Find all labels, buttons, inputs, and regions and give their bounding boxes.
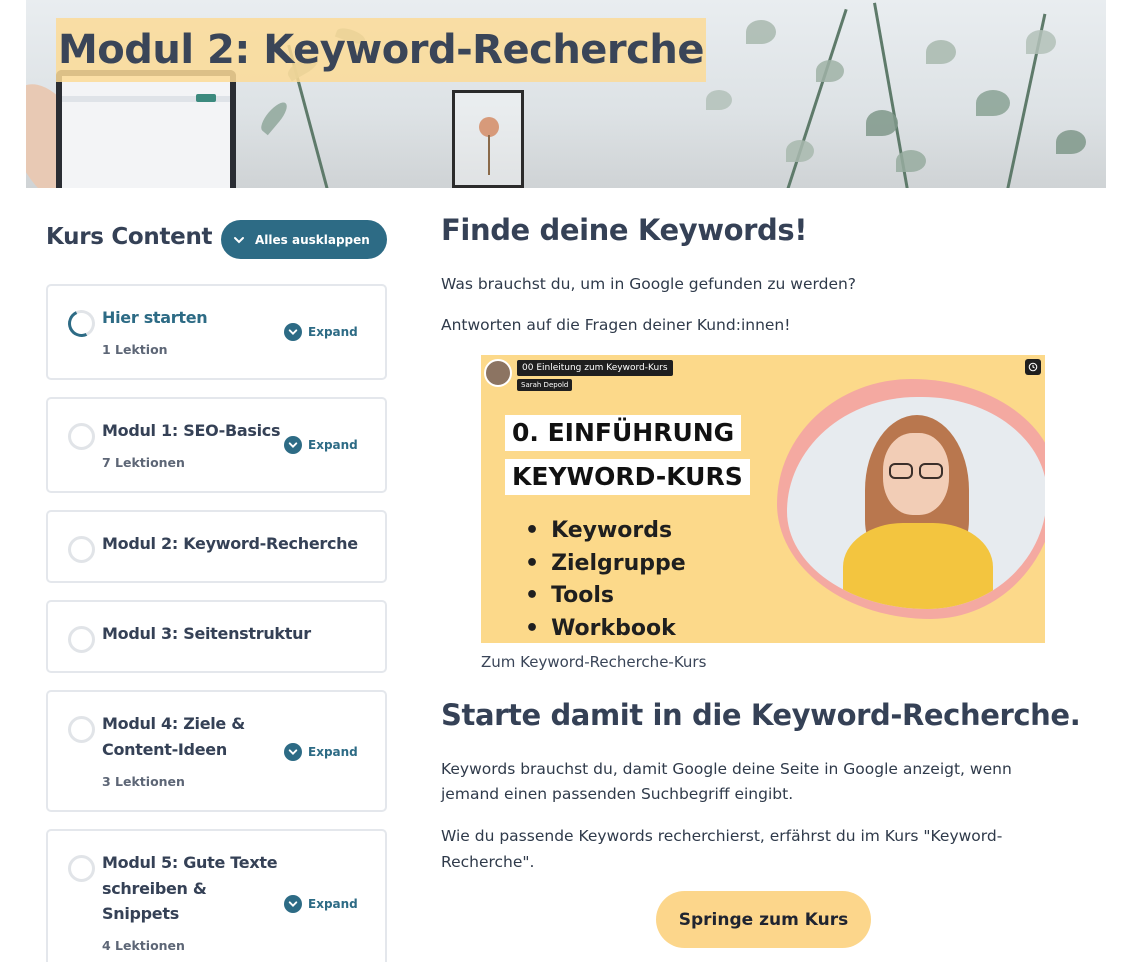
sidebar-item-title-line2[interactable]: Content-Ideen — [102, 737, 227, 763]
course-content-heading: Kurs Content — [46, 224, 213, 250]
video-caption: Zum Keyword-Recherche-Kurs — [481, 653, 707, 671]
chevron-down-icon — [284, 436, 302, 454]
expand-label: Expand — [308, 897, 358, 911]
video-bullet: Workbook — [525, 613, 686, 644]
sidebar-item-modul-2[interactable]: Modul 2: Keyword-Recherche — [46, 510, 387, 583]
video-bullet: Tools — [525, 580, 686, 613]
intro-paragraph-1: Was brauchst du, um in Google gefunden z… — [441, 275, 857, 293]
intro-paragraph-2: Antworten auf die Fragen deiner Kund:inn… — [441, 316, 791, 334]
jump-to-course-button[interactable]: Springe zum Kurs — [656, 891, 871, 948]
sidebar-item-modul-4[interactable]: Modul 4: Ziele & Content-Ideen 3 Lektion… — [46, 690, 387, 812]
progress-ring-icon — [64, 306, 99, 341]
section-heading-keywords: Finde deine Keywords! — [441, 213, 808, 247]
expand-toggle[interactable]: Expand — [284, 743, 358, 761]
progress-ring-icon — [68, 626, 95, 653]
sidebar-item-title[interactable]: Modul 3: Seitenstruktur — [102, 621, 311, 647]
expand-toggle[interactable]: Expand — [284, 895, 358, 913]
expand-all-button[interactable]: Alles ausklappen — [221, 220, 387, 259]
sidebar-item-title[interactable]: Hier starten — [102, 305, 208, 331]
expand-label: Expand — [308, 438, 358, 452]
video-bullet: Zielgruppe — [525, 548, 686, 581]
lesson-count: 4 Lektionen — [102, 938, 185, 953]
sidebar-item-modul-1[interactable]: Modul 1: SEO-Basics 7 Lektionen Expand — [46, 397, 387, 493]
video-label-1: 0. EINFÜHRUNG — [505, 415, 742, 451]
chevron-down-icon — [284, 895, 302, 913]
sidebar-item-modul-3[interactable]: Modul 3: Seitenstruktur — [46, 600, 387, 673]
progress-ring-icon — [68, 536, 95, 563]
sidebar-item-title-line1[interactable]: Modul 4: Ziele & — [102, 711, 245, 737]
section-heading-start: Starte damit in die Keyword-Recherche. — [441, 698, 1081, 732]
sidebar-item-title-line3[interactable]: Snippets — [102, 901, 179, 927]
clock-icon[interactable] — [1025, 359, 1041, 375]
sidebar-item-modul-5[interactable]: Modul 5: Gute Texte schreiben & Snippets… — [46, 829, 387, 962]
video-author: Sarah Depold — [517, 379, 573, 391]
sidebar-item-title-line1[interactable]: Modul 5: Gute Texte — [102, 850, 278, 876]
progress-ring-icon — [68, 855, 95, 882]
sidebar-item-hier-starten[interactable]: Hier starten 1 Lektion Expand — [46, 284, 387, 380]
progress-ring-icon — [68, 716, 95, 743]
sidebar-item-title[interactable]: Modul 1: SEO-Basics — [102, 418, 281, 444]
sidebar-item-title-line2[interactable]: schreiben & — [102, 876, 207, 902]
body-paragraph-3-line1: Keywords brauchst du, damit Google deine… — [441, 760, 1012, 778]
channel-avatar — [484, 359, 512, 387]
hero-frame-image — [452, 90, 524, 188]
progress-ring-icon — [68, 423, 95, 450]
sidebar-item-title[interactable]: Modul 2: Keyword-Recherche — [102, 531, 358, 557]
expand-label: Expand — [308, 325, 358, 339]
video-bullet: Keywords — [525, 515, 686, 548]
expand-toggle[interactable]: Expand — [284, 323, 358, 341]
video-thumbnail[interactable]: 00 Einleitung zum Keyword-Kurs Sarah Dep… — [481, 355, 1045, 643]
expand-label: Expand — [308, 745, 358, 759]
presenter-photo — [787, 397, 1045, 609]
chevron-down-icon — [234, 236, 244, 243]
video-bullet-list: Keywords Zielgruppe Tools Workbook — [525, 515, 686, 643]
body-paragraph-4-line2: Recherche". — [441, 853, 535, 871]
body-paragraph-4-line1: Wie du passende Keywords recherchierst, … — [441, 827, 1003, 845]
chevron-down-icon — [284, 743, 302, 761]
lesson-count: 1 Lektion — [102, 342, 168, 357]
expand-toggle[interactable]: Expand — [284, 436, 358, 454]
hero-laptop-image — [56, 70, 236, 188]
chevron-down-icon — [284, 323, 302, 341]
video-title: 00 Einleitung zum Keyword-Kurs — [517, 360, 673, 376]
video-label-2: KEYWORD-KURS — [505, 459, 750, 495]
lesson-count: 3 Lektionen — [102, 774, 185, 789]
page-title: Modul 2: Keyword-Recherche — [56, 18, 706, 82]
body-paragraph-3-line2: jemand einen passenden Suchbegriff eingi… — [441, 785, 794, 803]
expand-all-label: Alles ausklappen — [255, 232, 370, 247]
lesson-count: 7 Lektionen — [102, 455, 185, 470]
